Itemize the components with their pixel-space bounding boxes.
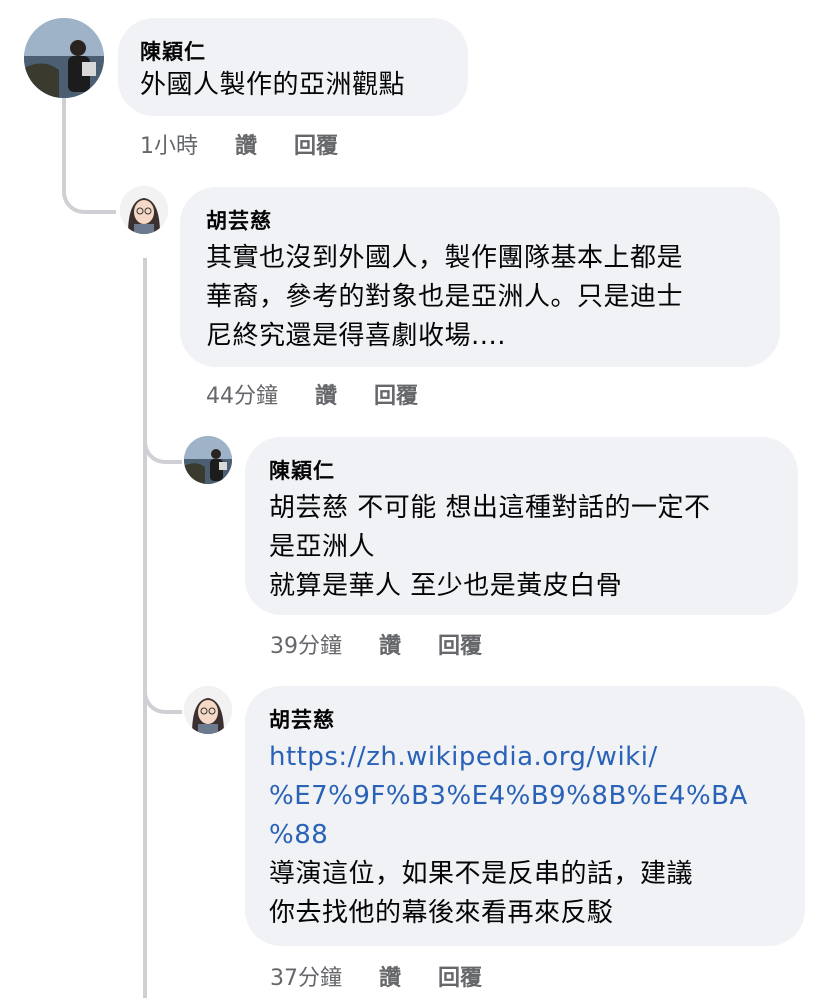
avatar-photo-icon bbox=[184, 436, 232, 484]
reply-button[interactable]: 回覆 bbox=[294, 134, 338, 159]
avatar-illustration-icon bbox=[120, 186, 168, 234]
avatar[interactable] bbox=[184, 436, 232, 484]
comment-text-line: 胡芸慈 不可能 想出這種對話的一定不 bbox=[269, 493, 711, 523]
comment-text-line: 華裔，參考的對象也是亞洲人。只是迪士 bbox=[206, 282, 684, 312]
comment-text-line: 是亞洲人 bbox=[269, 532, 376, 562]
comment-text-line: 其實也沒到外國人，製作團隊基本上都是 bbox=[206, 243, 684, 273]
like-button[interactable]: 讚 bbox=[379, 634, 401, 659]
like-button[interactable]: 讚 bbox=[379, 966, 401, 991]
like-button[interactable]: 讚 bbox=[315, 384, 337, 409]
comment-time[interactable]: 39分鐘 bbox=[270, 634, 342, 659]
reply-button[interactable]: 回覆 bbox=[438, 634, 482, 659]
reply-button[interactable]: 回覆 bbox=[438, 966, 482, 991]
avatar-photo-icon bbox=[24, 18, 104, 98]
comment-time[interactable]: 44分鐘 bbox=[206, 384, 278, 409]
thread-connector bbox=[62, 170, 116, 214]
avatar[interactable] bbox=[184, 686, 232, 734]
comment-text: 外國人製作的亞洲觀點 bbox=[140, 70, 406, 100]
thread-connector bbox=[143, 430, 182, 464]
comment-time[interactable]: 1小時 bbox=[140, 134, 198, 159]
avatar[interactable] bbox=[24, 18, 104, 98]
comment-text-line: 就算是華人 至少也是黃皮白骨 bbox=[269, 571, 623, 601]
like-button[interactable]: 讚 bbox=[235, 134, 257, 159]
comment-meta: 39分鐘 讚 回覆 bbox=[270, 628, 482, 660]
comment-author[interactable]: 陳穎仁 bbox=[269, 455, 335, 485]
comment-meta: 44分鐘 讚 回覆 bbox=[206, 378, 418, 410]
comment-meta: 37分鐘 讚 回覆 bbox=[270, 960, 482, 992]
avatar[interactable] bbox=[120, 186, 168, 234]
comment-bubble[interactable]: 陳穎仁 胡芸慈 不可能 想出這種對話的一定不 是亞洲人 就算是華人 至少也是黃皮… bbox=[245, 437, 798, 615]
comment-meta: 1小時 讚 回覆 bbox=[140, 128, 338, 160]
thread-line-replies bbox=[143, 258, 147, 998]
comment-bubble[interactable]: 陳穎仁 外國人製作的亞洲觀點 bbox=[118, 18, 468, 116]
comment-link[interactable]: %88 bbox=[269, 816, 328, 855]
comment-time[interactable]: 37分鐘 bbox=[270, 966, 342, 991]
avatar-illustration-icon bbox=[184, 686, 232, 734]
comment-link[interactable]: https://zh.wikipedia.org/wiki/ bbox=[269, 738, 658, 777]
comment-author[interactable]: 胡芸慈 bbox=[206, 205, 272, 235]
thread-connector bbox=[143, 680, 182, 714]
comment-text-line: 你去找他的幕後來看再來反駁 bbox=[269, 898, 614, 928]
comment-author[interactable]: 胡芸慈 bbox=[269, 704, 335, 734]
comment-bubble[interactable]: 胡芸慈 https://zh.wikipedia.org/wiki/ %E7%9… bbox=[245, 686, 805, 946]
reply-button[interactable]: 回覆 bbox=[374, 384, 418, 409]
comment-text-line: 導演這位，如果不是反串的話，建議 bbox=[269, 859, 694, 889]
comment-link[interactable]: %E7%9F%B3%E4%B9%8B%E4%BA bbox=[269, 777, 748, 816]
comment-author[interactable]: 陳穎仁 bbox=[140, 36, 206, 66]
thread-line-main bbox=[62, 98, 66, 178]
comment-text-line: 尼終究還是得喜劇收場.... bbox=[206, 321, 507, 351]
comment-bubble[interactable]: 胡芸慈 其實也沒到外國人，製作團隊基本上都是 華裔，參考的對象也是亞洲人。只是迪… bbox=[180, 187, 780, 367]
